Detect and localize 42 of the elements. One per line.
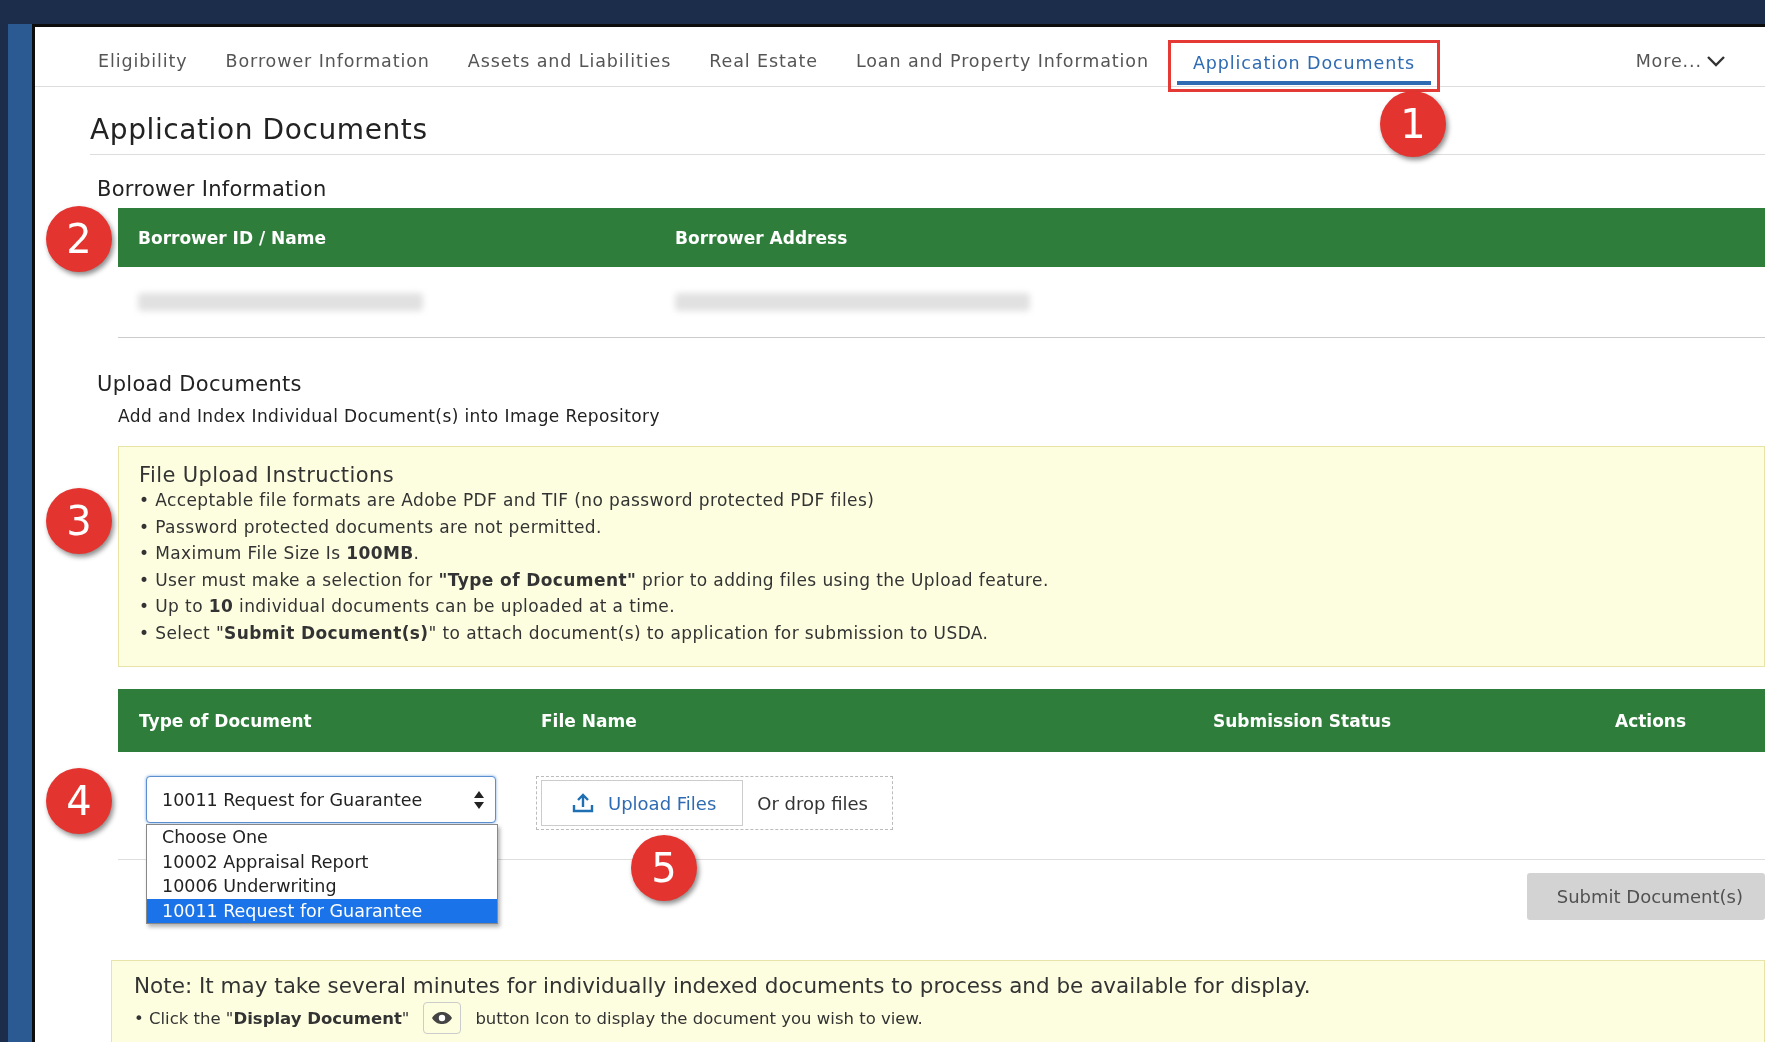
instruction-text: • Acceptable file formats are Adobe PDF and TIF (no password protected PDF files) bbox=[139, 489, 876, 512]
instruction-text: • Maximum File Size Is 100MB. bbox=[139, 542, 421, 565]
instructions-title: File Upload Instructions bbox=[139, 463, 395, 487]
column-header: Type of Document bbox=[139, 710, 313, 731]
note-text: Note: It may take several minutes for individually indexed documents to process and be available for display. bbox=[134, 973, 1312, 998]
chevron-down-icon bbox=[1706, 53, 1726, 68]
column-header: Borrower ID / Name bbox=[138, 227, 328, 248]
column-header: Borrower Address bbox=[675, 227, 849, 248]
dropdown-option[interactable]: Choose One bbox=[147, 825, 497, 850]
section-title: Borrower Information bbox=[97, 177, 328, 201]
dropdown-option[interactable]: 10006 Underwriting bbox=[147, 874, 497, 899]
drop-zone[interactable]: Upload Files Or drop files bbox=[536, 776, 893, 830]
column-header: Submission Status bbox=[1213, 710, 1392, 731]
eye-icon bbox=[423, 1002, 462, 1034]
callout-number: 2 bbox=[46, 206, 112, 272]
instruction-text: • Up to 10 individual documents can be uploaded at a time. bbox=[139, 595, 677, 618]
column-header: File Name bbox=[541, 710, 638, 731]
callout-number: 4 bbox=[46, 768, 112, 834]
tab[interactable]: Borrower Information bbox=[206, 41, 449, 86]
section-title: Upload Documents bbox=[97, 372, 303, 396]
section-subtitle: Add and Index Individual Document(s) into Image Repository bbox=[118, 406, 661, 426]
drop-hint: Or drop files bbox=[757, 792, 868, 814]
upload-icon bbox=[572, 793, 594, 813]
upload-button[interactable]: Upload Files bbox=[541, 780, 744, 826]
callout-number: 5 bbox=[631, 835, 697, 901]
tab[interactable]: Loan and Property Information bbox=[836, 41, 1168, 86]
callout-number: 1 bbox=[1380, 91, 1446, 157]
hint-text: button Icon to display the document you wish to view. bbox=[475, 1008, 923, 1028]
column-header: Actions bbox=[1615, 710, 1688, 731]
more-menu[interactable]: More... bbox=[1616, 41, 1745, 86]
callout-number: 3 bbox=[46, 488, 112, 554]
hint-text: • Click the "Display Document" bbox=[134, 1008, 410, 1028]
instruction-text: • Password protected documents are not permitted. bbox=[139, 515, 603, 539]
tab[interactable]: Real Estate bbox=[690, 41, 837, 86]
instruction-text: • Select "Submit Document(s)" to attach document(s) to application for submission to USDA. bbox=[139, 621, 990, 645]
document-type-select[interactable]: 10011 Request for Guarantee bbox=[146, 776, 496, 823]
dropdown-option[interactable]: 10011 Request for Guarantee bbox=[147, 898, 497, 923]
tab[interactable]: Assets and Liabilities bbox=[448, 41, 691, 86]
dropdown-option[interactable]: 10002 Appraisal Report bbox=[147, 849, 497, 874]
instruction-text: • User must make a selection for "Type of Document" prior to adding files using the Upload feature. bbox=[139, 568, 1050, 592]
tab[interactable]: Eligibility bbox=[79, 41, 207, 86]
tab[interactable]: Application Documents bbox=[1167, 39, 1440, 92]
